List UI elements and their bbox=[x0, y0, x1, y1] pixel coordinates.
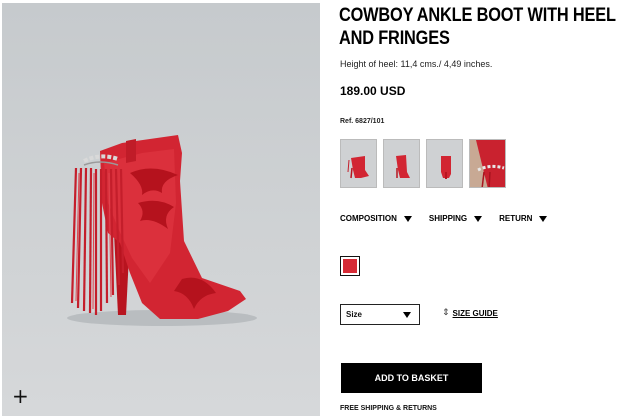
heel-height-text: Height of heel: 11,4 cms./ 4,49 inches. bbox=[340, 59, 493, 69]
thumbnail-gallery bbox=[340, 139, 506, 188]
tab-return[interactable]: RETURN bbox=[499, 214, 548, 223]
color-swatch-red[interactable] bbox=[340, 256, 360, 276]
product-main-image[interactable]: + bbox=[2, 3, 320, 416]
thumbnail-front-view[interactable] bbox=[383, 139, 420, 188]
thumbnail-back-view[interactable] bbox=[426, 139, 463, 188]
size-dropdown-value: Size bbox=[346, 310, 363, 319]
chevron-down-icon bbox=[474, 215, 483, 222]
product-price: 189.00 USD bbox=[340, 84, 406, 98]
size-guide-label: SIZE GUIDE bbox=[452, 308, 498, 318]
color-swatch-fill bbox=[343, 259, 357, 273]
boot-thumbnail-icon bbox=[347, 156, 369, 179]
tab-shipping[interactable]: SHIPPING bbox=[428, 214, 483, 223]
tab-composition[interactable]: COMPOSITION bbox=[340, 214, 412, 223]
boot-illustration bbox=[67, 135, 257, 326]
ruler-icon: ⇕ bbox=[442, 308, 450, 318]
thumbnail-detail-view[interactable] bbox=[469, 139, 506, 188]
chevron-down-icon bbox=[539, 215, 548, 222]
product-reference: Ref. 6827/101 bbox=[340, 118, 385, 125]
size-guide-link[interactable]: ⇕ SIZE GUIDE bbox=[442, 308, 498, 318]
zoom-icon[interactable]: + bbox=[12, 386, 29, 406]
size-dropdown[interactable]: Size bbox=[340, 304, 420, 325]
boot-thumbnail-icon bbox=[396, 155, 410, 178]
tab-composition-label: COMPOSITION bbox=[340, 214, 397, 223]
boot-detail-thumbnail-icon bbox=[470, 140, 505, 187]
tab-shipping-label: SHIPPING bbox=[428, 214, 468, 223]
chevron-down-icon bbox=[403, 215, 412, 222]
add-to-basket-button[interactable]: ADD TO BASKET bbox=[341, 363, 482, 393]
thumbnail-side-view[interactable] bbox=[340, 139, 377, 188]
product-info-tabs: COMPOSITION SHIPPING RETURN bbox=[340, 214, 564, 223]
product-title: COWBOY ANKLE BOOT WITH HEEL AND FRINGES bbox=[339, 5, 616, 49]
free-shipping-link[interactable]: FREE SHIPPING & RETURNS bbox=[340, 405, 437, 412]
tab-return-label: RETURN bbox=[499, 214, 533, 223]
boot-thumbnail-icon bbox=[441, 156, 451, 179]
chevron-down-icon bbox=[403, 312, 411, 318]
